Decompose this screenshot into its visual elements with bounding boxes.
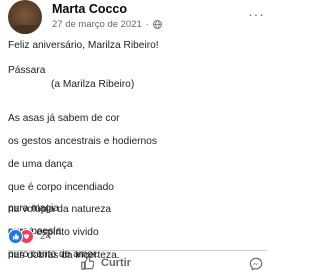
meta-separator: · (145, 19, 149, 30)
messenger-icon (249, 257, 263, 271)
post-date[interactable]: 27 de março de 2021 (52, 19, 142, 30)
poem-line: os gestos ancestrais e hodiernos (8, 135, 157, 147)
poem-dedication: (a Marilza Ribeiro) (51, 79, 135, 90)
author-name[interactable]: Marta Cocco (52, 2, 127, 16)
thumbs-up-icon (81, 256, 94, 270)
globe-icon (153, 20, 162, 29)
more-options-button[interactable]: ··· (248, 6, 265, 22)
messenger-button[interactable] (249, 257, 263, 271)
post-greeting: Feliz aniversário, Marilza Ribeiro! (8, 40, 159, 51)
poem-line: pura magia (8, 203, 59, 215)
poem-line: As asas já sabem de cor (8, 113, 120, 125)
reactions-summary[interactable]: 24 (8, 229, 51, 244)
post-meta: 27 de março de 2021 · (52, 19, 162, 30)
reaction-icons (8, 229, 34, 244)
avatar[interactable] (8, 0, 42, 34)
post-actions: Curtir (0, 253, 275, 275)
like-label: Curtir (101, 257, 131, 269)
like-icon (8, 229, 23, 244)
like-button[interactable]: Curtir (80, 256, 131, 270)
reaction-count[interactable]: 24 (40, 231, 51, 242)
divider (8, 250, 267, 251)
poem-line: de uma dança (8, 158, 73, 170)
poem-title: Pássara (8, 65, 46, 76)
